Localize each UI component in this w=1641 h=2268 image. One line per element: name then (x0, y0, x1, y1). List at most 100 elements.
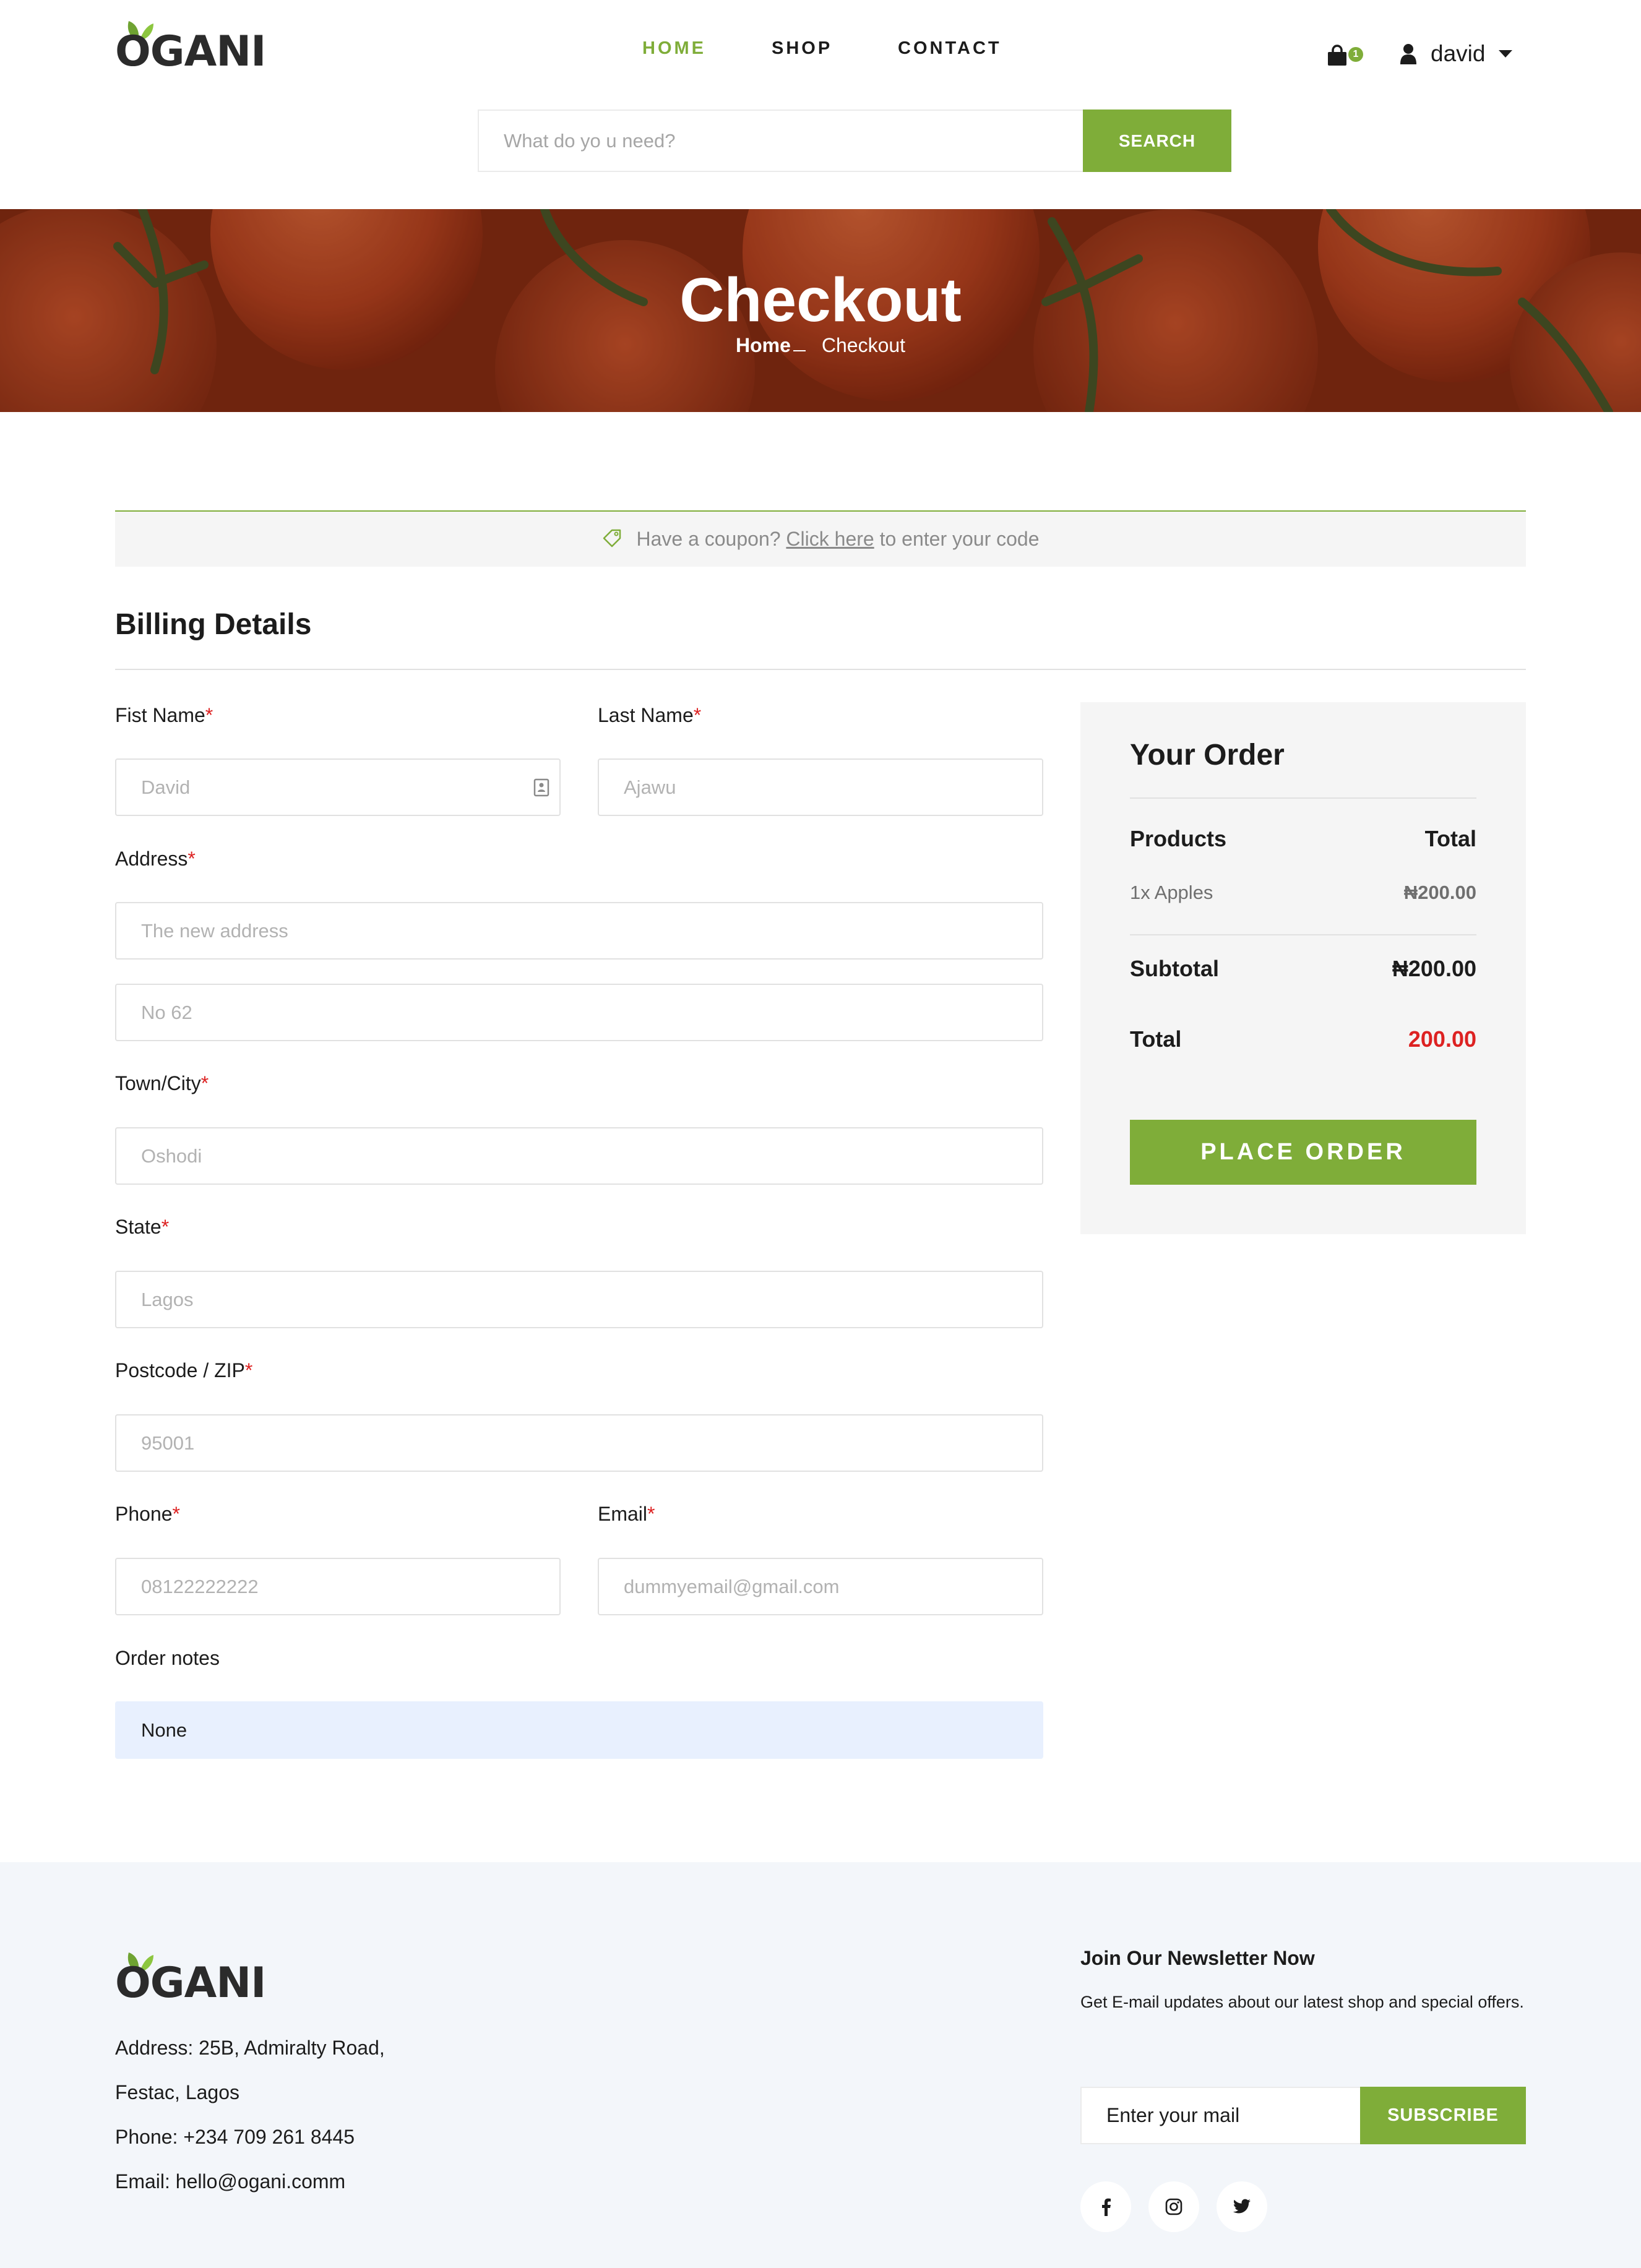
breadcrumb-separator (793, 350, 806, 351)
place-order-button[interactable]: PLACE ORDER (1130, 1120, 1476, 1185)
total-column-header: Total (1424, 826, 1476, 851)
order-notes-label: Order notes (115, 1647, 220, 1669)
first-name-label-text: Fist Name (115, 704, 205, 726)
user-name: david (1431, 41, 1486, 66)
facebook-icon (1102, 2198, 1111, 2216)
tag-icon (603, 529, 621, 547)
city-placeholder: Oshodi (141, 1145, 202, 1167)
twitter-icon (1233, 2199, 1251, 2214)
order-notes-value: None (141, 1719, 187, 1741)
postcode-label: Postcode / ZIP* (115, 1359, 252, 1382)
first-name-placeholder: David (141, 776, 191, 798)
divider (1130, 934, 1476, 935)
footer-email: Email: hello@ogani.comm (115, 2170, 346, 2193)
user-menu[interactable]: david (1400, 38, 1513, 69)
breadcrumb-current: Checkout (821, 334, 906, 356)
order-item-name: 1x Apples (1130, 882, 1213, 903)
order-title: Your Order (1130, 739, 1285, 771)
first-name-field[interactable]: David (115, 758, 561, 816)
order-summary: Your Order Products Total 1x Apples ₦200… (1080, 702, 1526, 1234)
footer: OGANI Address: 25B, Admiralty Road, Fest… (0, 1862, 1641, 2268)
twitter-button[interactable] (1217, 2181, 1267, 2232)
last-name-label-text: Last Name (598, 704, 694, 726)
state-label-text: State (115, 1216, 162, 1238)
email-label: Email* (598, 1503, 655, 1526)
breadcrumb-home[interactable]: Home (736, 334, 791, 356)
address-field[interactable]: The new address (115, 902, 1043, 960)
billing-details-title: Billing Details (115, 608, 312, 641)
state-label: State* (115, 1216, 169, 1239)
email-label-text: Email (598, 1503, 648, 1525)
coupon-suffix: to enter your code (879, 528, 1040, 550)
address-placeholder: The new address (141, 920, 288, 942)
state-placeholder: Lagos (141, 1289, 194, 1310)
subtotal-label: Subtotal (1130, 956, 1219, 981)
user-icon (1400, 44, 1416, 64)
required-mark: * (205, 704, 213, 726)
products-column-header: Products (1130, 826, 1227, 851)
last-name-label: Last Name* (598, 704, 701, 727)
address-label-text: Address (115, 848, 188, 870)
search-button[interactable]: SEARCH (1083, 110, 1231, 172)
contact-card-icon[interactable] (533, 778, 549, 797)
cart-count-badge: 1 (1348, 47, 1363, 62)
nav-home[interactable]: HOME (642, 38, 706, 59)
address-line2-placeholder: No 62 (141, 1002, 192, 1023)
postcode-placeholder: 95001 (141, 1432, 195, 1454)
chevron-down-icon (1499, 50, 1513, 58)
nav-contact[interactable]: CONTACT (898, 38, 1002, 59)
footer-phone: Phone: +234 709 261 8445 (115, 2126, 355, 2148)
order-notes-field[interactable]: None (115, 1701, 1043, 1759)
search-bar: SEARCH (478, 110, 1231, 172)
required-mark: * (647, 1503, 655, 1525)
last-name-placeholder: Ajawu (624, 776, 676, 798)
coupon-click-here-link[interactable]: Click here (786, 528, 874, 550)
last-name-field[interactable]: Ajawu (598, 758, 1043, 816)
search-input[interactable] (478, 110, 1083, 172)
footer-logo[interactable]: OGANI (115, 1949, 266, 2004)
footer-address-line1: Address: 25B, Admiralty Road, (115, 2037, 385, 2059)
main-nav: HOME SHOP CONTACT (0, 38, 1641, 63)
order-item-row: 1x Apples ₦200.00 (1130, 882, 1476, 904)
page-title: Checkout (679, 265, 962, 335)
state-field[interactable]: Lagos (115, 1271, 1043, 1328)
email-field[interactable]: dummyemail@gmail.com (598, 1558, 1043, 1615)
required-mark: * (693, 704, 702, 726)
address-label: Address* (115, 848, 196, 870)
required-mark: * (187, 848, 196, 870)
newsletter-text: Get E-mail updates about our latest shop… (1080, 1993, 1524, 2011)
postcode-field[interactable]: 95001 (115, 1414, 1043, 1472)
total-label: Total (1130, 1026, 1182, 1052)
required-mark: * (172, 1503, 180, 1525)
coupon-notice: Have a coupon? Click here to enter your … (115, 510, 1526, 567)
address-line2-field[interactable]: No 62 (115, 984, 1043, 1041)
total-amount: 200.00 (1408, 1026, 1476, 1052)
instagram-icon (1165, 2198, 1182, 2215)
subtotal-row: Subtotal ₦200.00 (1130, 956, 1476, 982)
subscribe-button[interactable]: SUBSCRIBE (1360, 2087, 1526, 2144)
required-mark: * (200, 1072, 209, 1094)
subtotal-amount: ₦200.00 (1392, 956, 1476, 981)
newsletter-form: SUBSCRIBE (1080, 2087, 1526, 2144)
postcode-label-text: Postcode / ZIP (115, 1359, 245, 1381)
city-label-text: Town/City (115, 1072, 201, 1094)
instagram-button[interactable] (1148, 2181, 1199, 2232)
required-mark: * (244, 1359, 253, 1381)
cart-button[interactable]: 1 (1326, 41, 1363, 68)
first-name-label: Fist Name* (115, 704, 213, 727)
order-header-row: Products Total (1130, 826, 1476, 852)
phone-field[interactable]: 08122222222 (115, 1558, 561, 1615)
footer-address-line2: Festac, Lagos (115, 2081, 239, 2103)
email-placeholder: dummyemail@gmail.com (624, 1576, 840, 1597)
facebook-button[interactable] (1080, 2181, 1131, 2232)
breadcrumb: Home Checkout (0, 334, 1641, 357)
order-item-amount: ₦200.00 (1403, 882, 1476, 903)
newsletter-email-input[interactable] (1080, 2087, 1360, 2144)
total-row: Total 200.00 (1130, 1026, 1476, 1052)
city-label: Town/City* (115, 1072, 209, 1095)
divider (115, 669, 1526, 670)
newsletter-title: Join Our Newsletter Now (1080, 1947, 1315, 1969)
required-mark: * (161, 1216, 170, 1238)
city-field[interactable]: Oshodi (115, 1127, 1043, 1185)
nav-shop[interactable]: SHOP (772, 38, 832, 59)
